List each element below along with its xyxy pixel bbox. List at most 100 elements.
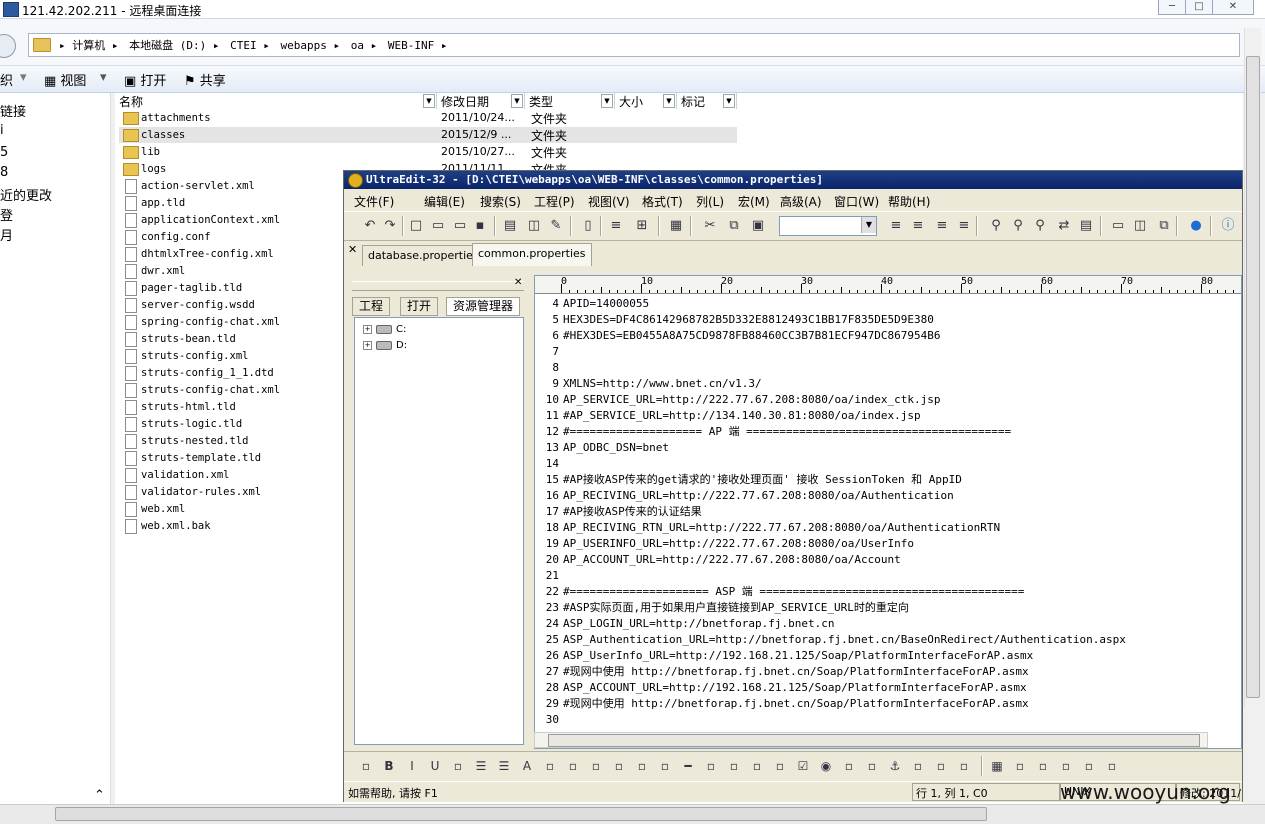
collapse-icon[interactable]: ⌃	[94, 788, 105, 803]
tree-node-c[interactable]: + C:	[363, 324, 406, 335]
clear-icon[interactable]: ▫	[1104, 758, 1120, 774]
font-combo[interactable]: ▼	[779, 216, 877, 236]
checkbox-icon[interactable]: ☑	[795, 758, 811, 774]
open-button[interactable]: ▣ 打开	[124, 70, 166, 89]
h4-icon[interactable]: ▫	[634, 758, 650, 774]
table-row[interactable]: classes 2015/12/9 ... 文件夹	[119, 127, 737, 143]
print-preview-icon[interactable]: ◫	[526, 218, 542, 234]
code-line[interactable]: 16 AP_RECIVING_URL=http://222.77.67.208:8…	[535, 488, 954, 504]
table-row[interactable]: lib 2015/10/27... 文件夹	[119, 144, 1219, 160]
id-icon[interactable]: ▫	[1058, 758, 1074, 774]
menu-item[interactable]: 编辑(E)	[424, 193, 465, 210]
code-line[interactable]: 17 #AP接收ASP传来的认证结果	[535, 504, 702, 520]
editor-horizontal-scroll-thumb[interactable]	[548, 734, 1200, 747]
menu-item[interactable]: 宏(M)	[738, 193, 770, 210]
form-icon[interactable]: ▫	[657, 758, 673, 774]
browser-icon[interactable]: ●	[1188, 218, 1204, 234]
menu-item[interactable]: 列(L)	[696, 193, 724, 210]
menu-item[interactable]: 文件(F)	[354, 193, 394, 210]
h1-icon[interactable]: ▫	[565, 758, 581, 774]
code-line[interactable]: 23 #ASP实际页面,用于如果用户直接链接到AP_SERVICE_URL时的重定…	[535, 600, 909, 616]
print-icon[interactable]: ▤	[502, 218, 518, 234]
cascade-icon[interactable]: ⧉	[1156, 218, 1172, 234]
text-case-icon[interactable]: ▫	[933, 758, 949, 774]
nav-item[interactable]: 登	[0, 205, 13, 224]
code-line[interactable]: 6 #HEX3DES=EB0455A8A75CD9878FB88460CC3B7B…	[535, 328, 940, 344]
menu-item[interactable]: 工程(P)	[534, 193, 575, 210]
code-line[interactable]: 10 AP_SERVICE_URL=http://222.77.67.208:80…	[535, 392, 941, 408]
anchor-icon[interactable]: ⚓	[887, 758, 903, 774]
code-line[interactable]: 26 ASP_UserInfo_URL=http://192.168.21.125…	[535, 648, 1033, 664]
column-header-date[interactable]: 修改日期 ▼	[437, 93, 525, 109]
breadcrumb-oa[interactable]: oa ▸	[351, 39, 378, 52]
bold-icon[interactable]: B	[381, 758, 397, 774]
row-icon[interactable]: ▫	[1012, 758, 1028, 774]
hr-icon[interactable]: ━	[680, 758, 696, 774]
maximize-button[interactable]: □	[1185, 0, 1213, 15]
validate-icon[interactable]: ▫	[1035, 758, 1051, 774]
view-dropdown-icon[interactable]: ▾	[100, 70, 107, 85]
image-button-icon[interactable]: ▫	[772, 758, 788, 774]
new-icon[interactable]: □	[408, 218, 424, 234]
align-left-icon[interactable]: ≡	[888, 218, 904, 234]
tab-common-properties[interactable]: common.properties	[472, 243, 592, 266]
find-icon[interactable]: ⚲	[988, 218, 1004, 234]
expand-icon[interactable]: +	[363, 324, 372, 334]
tab-project[interactable]: 工程	[352, 297, 391, 316]
column-dropdown-icon[interactable]: ▼	[511, 94, 523, 108]
menu-item[interactable]: 搜索(S)	[480, 193, 521, 210]
indent-icon[interactable]: ▫	[450, 758, 466, 774]
address-bar[interactable]: ▸ 计算机 ▸ 本地磁盘 (D:) ▸ CTEI ▸ webapps ▸ oa …	[28, 33, 1240, 57]
align-center-icon[interactable]: ≡	[910, 218, 926, 234]
image-icon[interactable]: ▫	[864, 758, 880, 774]
nav-item-links[interactable]: 链接	[0, 101, 26, 120]
menu-item[interactable]: 窗口(W)	[834, 193, 879, 210]
h3-icon[interactable]: ▫	[611, 758, 627, 774]
font-icon[interactable]: A	[519, 758, 535, 774]
hex-icon[interactable]: ⊞	[634, 218, 650, 234]
breadcrumb-computer[interactable]: ▸ 计算机 ▸	[59, 39, 119, 52]
text-input-icon[interactable]: ▫	[703, 758, 719, 774]
code-line[interactable]: 12 #==================== AP 端 ===========…	[535, 424, 1011, 440]
code-line[interactable]: 29 #现网中使用 http://bnetforap.fj.bnet.cn/Soa…	[535, 696, 1029, 712]
undo-icon[interactable]: ↶	[362, 218, 378, 234]
expand-icon[interactable]: +	[363, 340, 372, 350]
view-button[interactable]: ▦ 视图	[44, 70, 86, 89]
italic-icon[interactable]: I	[404, 758, 420, 774]
code-line[interactable]: 28 ASP_ACCOUNT_URL=http://192.168.21.125/…	[535, 680, 1027, 696]
column-dropdown-icon[interactable]: ▼	[423, 94, 435, 108]
align-right-icon[interactable]: ≡	[934, 218, 950, 234]
hidden-field-icon[interactable]: ▫	[749, 758, 765, 774]
code-line[interactable]: 22 #===================== ASP 端 =========…	[535, 584, 1025, 600]
page-icon[interactable]: ▯	[580, 218, 596, 234]
nav-item[interactable]: 月	[0, 225, 13, 244]
find-prev-icon[interactable]: ⚲	[1032, 218, 1048, 234]
code-line[interactable]: 18 AP_RECIVING_RTN_URL=http://222.77.67.2…	[535, 520, 1000, 536]
code-line[interactable]: 27 #现网中使用 http://bnetforap.fj.bnet.cn/Soa…	[535, 664, 1029, 680]
code-line[interactable]: 14	[535, 456, 563, 472]
nav-item[interactable]: 5	[0, 145, 8, 160]
info-icon[interactable]: ⓘ	[1220, 218, 1236, 234]
redo-icon[interactable]: ↷	[382, 218, 398, 234]
nav-item[interactable]: i	[0, 123, 4, 138]
replace-icon[interactable]: ⇄	[1056, 218, 1072, 234]
share-button[interactable]: ⚑ 共享	[184, 70, 226, 89]
list-icon[interactable]: ☰	[473, 758, 489, 774]
organize-button[interactable]: 织	[0, 70, 13, 89]
code-line[interactable]: 19 AP_USERINFO_URL=http://222.77.67.208:8…	[535, 536, 914, 552]
menu-item[interactable]: 视图(V)	[588, 193, 630, 210]
pane-grip[interactable]	[352, 281, 524, 291]
paste-icon[interactable]: ▣	[750, 218, 766, 234]
wrap-icon[interactable]: ≡	[608, 218, 624, 234]
spell-icon[interactable]: ▫	[956, 758, 972, 774]
column-dropdown-icon[interactable]: ▼	[663, 94, 675, 108]
save-icon[interactable]: ▪	[472, 218, 488, 234]
code-line[interactable]: 20 AP_ACCOUNT_URL=http://222.77.67.208:80…	[535, 552, 901, 568]
back-button[interactable]	[0, 34, 16, 58]
breadcrumb-drive[interactable]: 本地磁盘 (D:) ▸	[129, 39, 219, 52]
close-button[interactable]: ✕	[1212, 0, 1254, 15]
menu-item[interactable]: 帮助(H)	[888, 193, 930, 210]
open-icon[interactable]: ▭	[430, 218, 446, 234]
tab-open[interactable]: 打开	[400, 297, 439, 316]
column-header-type[interactable]: 类型 ▼	[525, 93, 615, 109]
